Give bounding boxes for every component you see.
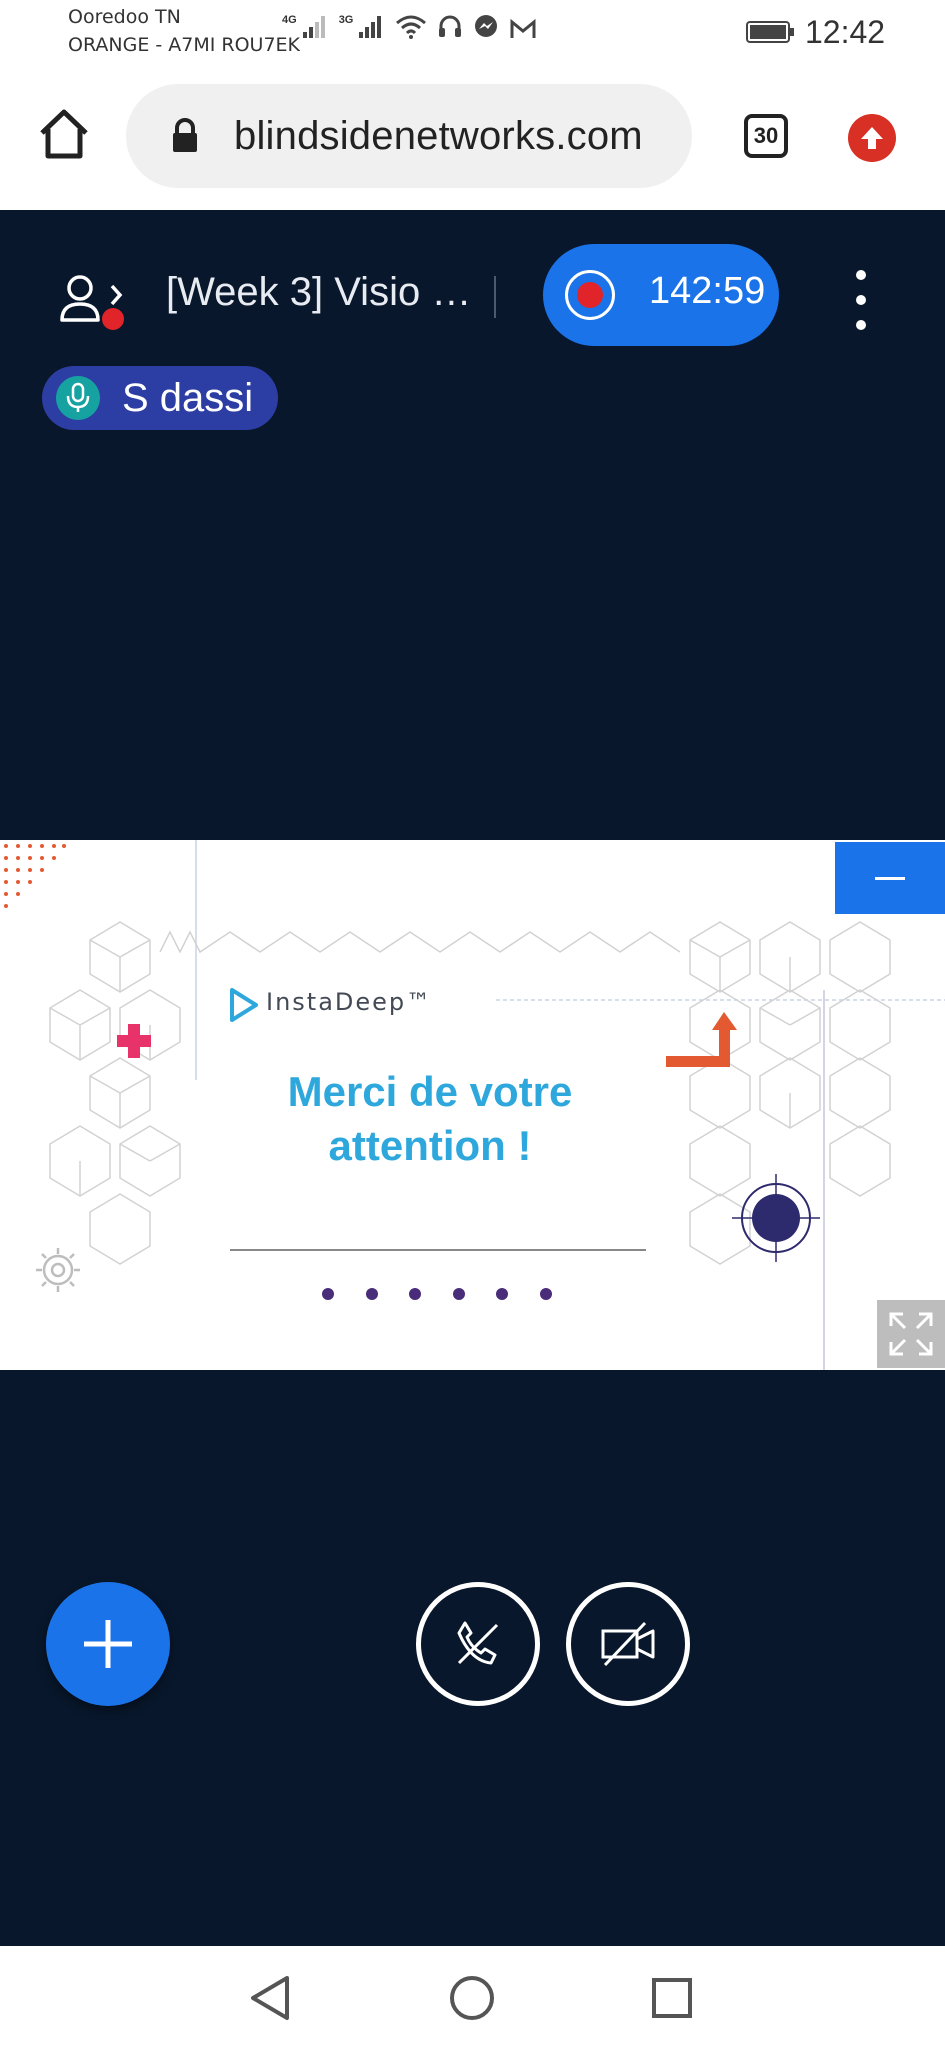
microphone-icon	[56, 376, 100, 420]
nav-back-button[interactable]	[242, 1970, 298, 2026]
actions-button[interactable]	[46, 1582, 170, 1706]
presentation-slide: InstaDeep™ Merci de votre attention !	[0, 840, 945, 1370]
tab-switcher-button[interactable]: 30	[744, 114, 788, 158]
minimize-presentation-button[interactable]	[835, 842, 945, 914]
carrier-secondary: ORANGE - A7MI ROU7EK	[68, 34, 300, 56]
user-icon	[60, 275, 123, 322]
back-icon	[251, 1976, 289, 2020]
fullscreen-icon	[889, 1312, 933, 1356]
browser-toolbar: blindsidenetworks.com 30	[0, 66, 945, 210]
gmail-icon	[510, 18, 536, 38]
plus-icon	[84, 1620, 132, 1668]
system-nav-bar	[0, 1946, 945, 2048]
slide-logo-text: InstaDeep™	[266, 988, 433, 1016]
home-icon	[40, 109, 88, 159]
arrow-up-icon	[861, 127, 883, 149]
talking-indicator[interactable]: S dassi	[42, 366, 278, 430]
lock-icon	[173, 118, 197, 152]
video-off-icon	[601, 1621, 655, 1667]
network-type-1: 4G	[282, 14, 297, 26]
nav-recents-button[interactable]	[644, 1970, 700, 2026]
carrier-primary: Ooredoo TN	[68, 6, 181, 28]
url-text: blindsidenetworks.com	[234, 114, 643, 158]
more-vert-icon	[856, 270, 866, 280]
minus-icon	[875, 876, 905, 880]
notification-dot	[102, 308, 124, 330]
meeting-app: [Week 3] Visio … 142:59 S dassi InstaDee…	[0, 210, 945, 1946]
signal-icon	[359, 16, 382, 38]
wifi-icon	[396, 15, 427, 39]
signal-icon	[302, 16, 325, 38]
user-list-toggle[interactable]	[58, 270, 128, 340]
record-icon	[565, 270, 615, 320]
url-bar[interactable]: blindsidenetworks.com	[126, 84, 692, 188]
headphones-icon	[439, 15, 462, 37]
recording-indicator[interactable]: 142:59	[543, 244, 779, 346]
network-type-2: 3G	[338, 14, 354, 26]
slide-heading-line1: Merci de votre	[287, 1068, 573, 1115]
fullscreen-button[interactable]	[877, 1300, 945, 1368]
nav-home-button[interactable]	[444, 1970, 500, 2026]
instadeep-logo-icon	[230, 988, 258, 1022]
recording-time: 142:59	[649, 270, 766, 312]
status-bar: Ooredoo TN ORANGE - A7MI ROU7EK 4G 3G 12…	[0, 0, 945, 66]
talker-name: S dassi	[122, 376, 254, 420]
battery-icon	[746, 21, 794, 43]
home-button[interactable]	[36, 106, 92, 162]
recents-icon	[652, 1978, 692, 2018]
plus-shape	[117, 1024, 151, 1058]
leave-audio-button[interactable]	[416, 1582, 540, 1706]
divider	[494, 276, 496, 318]
status-icons: 4G 3G	[282, 14, 537, 40]
clock: 12:42	[805, 14, 886, 50]
messenger-icon	[475, 15, 498, 37]
share-camera-button[interactable]	[566, 1582, 690, 1706]
update-button[interactable]	[848, 114, 896, 162]
slide-dots	[322, 1288, 552, 1300]
slide-heading-line2: attention !	[328, 1122, 532, 1169]
more-options-button[interactable]	[852, 270, 870, 330]
dot-pattern	[4, 844, 66, 908]
home-circle-icon	[450, 1976, 494, 2020]
phone-hangup-icon	[457, 1621, 499, 1665]
meeting-title[interactable]: [Week 3] Visio …	[166, 270, 471, 315]
gear-icon	[36, 1248, 80, 1292]
arrow-shape	[666, 1012, 737, 1067]
